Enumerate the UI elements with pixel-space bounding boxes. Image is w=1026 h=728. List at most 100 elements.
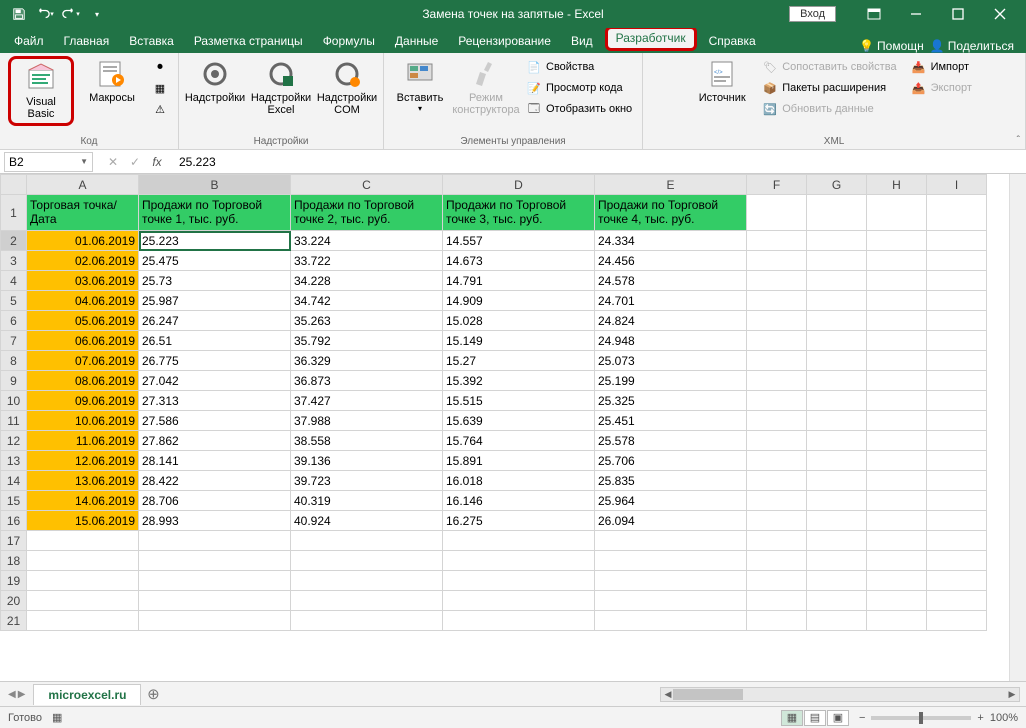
cell[interactable]	[443, 611, 595, 631]
col-header-H[interactable]: H	[867, 175, 927, 195]
cell[interactable]: 25.835	[595, 471, 747, 491]
cell[interactable]: 24.948	[595, 331, 747, 351]
row-header-6[interactable]: 6	[1, 311, 27, 331]
cell[interactable]: 33.224	[291, 231, 443, 251]
row-header-11[interactable]: 11	[1, 411, 27, 431]
cell[interactable]	[807, 531, 867, 551]
cell[interactable]	[139, 611, 291, 631]
cell[interactable]: 39.136	[291, 451, 443, 471]
cell[interactable]	[867, 411, 927, 431]
cell[interactable]: 24.701	[595, 291, 747, 311]
tab-formulas[interactable]: Формулы	[313, 30, 385, 53]
cell[interactable]	[867, 491, 927, 511]
cell[interactable]	[927, 311, 987, 331]
cell[interactable]	[867, 231, 927, 251]
cell[interactable]: 40.319	[291, 491, 443, 511]
cell[interactable]: 15.028	[443, 311, 595, 331]
zoom-out-button[interactable]: −	[859, 712, 865, 724]
export-xml-button[interactable]: 📤Экспорт	[909, 79, 974, 97]
cell[interactable]	[291, 591, 443, 611]
sheet-tab[interactable]: microexcel.ru	[33, 684, 141, 705]
cell[interactable]	[807, 331, 867, 351]
cell[interactable]: 16.018	[443, 471, 595, 491]
cell[interactable]	[807, 391, 867, 411]
cell[interactable]: 28.141	[139, 451, 291, 471]
run-dialog-button[interactable]: 🗔Отобразить окно	[524, 100, 634, 118]
tab-file[interactable]: Файл	[4, 30, 54, 53]
cell[interactable]	[867, 311, 927, 331]
row-header-13[interactable]: 13	[1, 451, 27, 471]
cell[interactable]	[867, 611, 927, 631]
cell[interactable]: 25.451	[595, 411, 747, 431]
row-header-18[interactable]: 18	[1, 551, 27, 571]
cell[interactable]	[867, 291, 927, 311]
cell[interactable]: 34.742	[291, 291, 443, 311]
close-button[interactable]	[980, 0, 1020, 28]
cell[interactable]	[747, 511, 807, 531]
row-header-16[interactable]: 16	[1, 511, 27, 531]
cell[interactable]	[139, 551, 291, 571]
cell[interactable]: 15.639	[443, 411, 595, 431]
cell[interactable]	[747, 531, 807, 551]
col-header-C[interactable]: C	[291, 175, 443, 195]
cell[interactable]: 37.427	[291, 391, 443, 411]
login-button[interactable]: Вход	[789, 6, 836, 22]
page-layout-view-button[interactable]: ▤	[804, 710, 826, 726]
cell[interactable]	[807, 491, 867, 511]
record-macro-button[interactable]: ⏺	[150, 58, 170, 76]
properties-button[interactable]: 📄Свойства	[524, 58, 634, 76]
normal-view-button[interactable]: ▦	[781, 710, 803, 726]
cell[interactable]	[747, 251, 807, 271]
insert-function-button[interactable]: fx	[147, 155, 167, 169]
cell[interactable]	[747, 391, 807, 411]
cell[interactable]	[595, 591, 747, 611]
cell[interactable]	[139, 571, 291, 591]
cell[interactable]	[443, 531, 595, 551]
cell[interactable]	[807, 195, 867, 231]
cell[interactable]: 27.586	[139, 411, 291, 431]
header-cell[interactable]: Торговая точка/ Дата	[27, 195, 139, 231]
row-header-15[interactable]: 15	[1, 491, 27, 511]
cell[interactable]	[927, 451, 987, 471]
cell[interactable]: 25.987	[139, 291, 291, 311]
row-header-1[interactable]: 1	[1, 195, 27, 231]
cell[interactable]: 14.791	[443, 271, 595, 291]
cell[interactable]	[747, 351, 807, 371]
cell[interactable]	[867, 195, 927, 231]
cell[interactable]	[927, 351, 987, 371]
cell[interactable]	[927, 591, 987, 611]
visual-basic-button[interactable]: Visual Basic	[13, 60, 69, 122]
cell[interactable]	[595, 551, 747, 571]
tab-review[interactable]: Рецензирование	[448, 30, 561, 53]
sheet-nav[interactable]: ◀▶	[0, 689, 33, 700]
cell[interactable]	[139, 531, 291, 551]
cell[interactable]: 26.094	[595, 511, 747, 531]
undo-button[interactable]: ▾	[34, 3, 56, 25]
addins-button[interactable]: Надстройки	[187, 56, 243, 118]
cell[interactable]	[927, 431, 987, 451]
xml-source-button[interactable]: </> Источник	[694, 56, 750, 118]
map-properties-button[interactable]: 🏷Сопоставить свойства	[760, 58, 898, 76]
cell[interactable]: 24.578	[595, 271, 747, 291]
refresh-data-button[interactable]: 🔄Обновить данные	[760, 100, 898, 118]
cell[interactable]	[747, 571, 807, 591]
cell[interactable]	[443, 551, 595, 571]
cell[interactable]: 15.27	[443, 351, 595, 371]
cell[interactable]	[927, 231, 987, 251]
cell[interactable]: 10.06.2019	[27, 411, 139, 431]
cell[interactable]: 15.515	[443, 391, 595, 411]
design-mode-button[interactable]: Режим конструктора	[458, 56, 514, 118]
excel-addins-button[interactable]: Надстройки Excel	[253, 56, 309, 118]
maximize-button[interactable]	[938, 0, 978, 28]
horizontal-scrollbar[interactable]: ◀▶	[660, 687, 1020, 702]
cell[interactable]: 15.392	[443, 371, 595, 391]
cell[interactable]	[927, 271, 987, 291]
view-code-button[interactable]: 📝Просмотр кода	[524, 79, 634, 97]
cell[interactable]	[867, 451, 927, 471]
cell[interactable]	[747, 331, 807, 351]
cell[interactable]	[927, 531, 987, 551]
col-header-F[interactable]: F	[747, 175, 807, 195]
cell[interactable]: 15.149	[443, 331, 595, 351]
cell[interactable]	[807, 571, 867, 591]
cell[interactable]	[747, 471, 807, 491]
